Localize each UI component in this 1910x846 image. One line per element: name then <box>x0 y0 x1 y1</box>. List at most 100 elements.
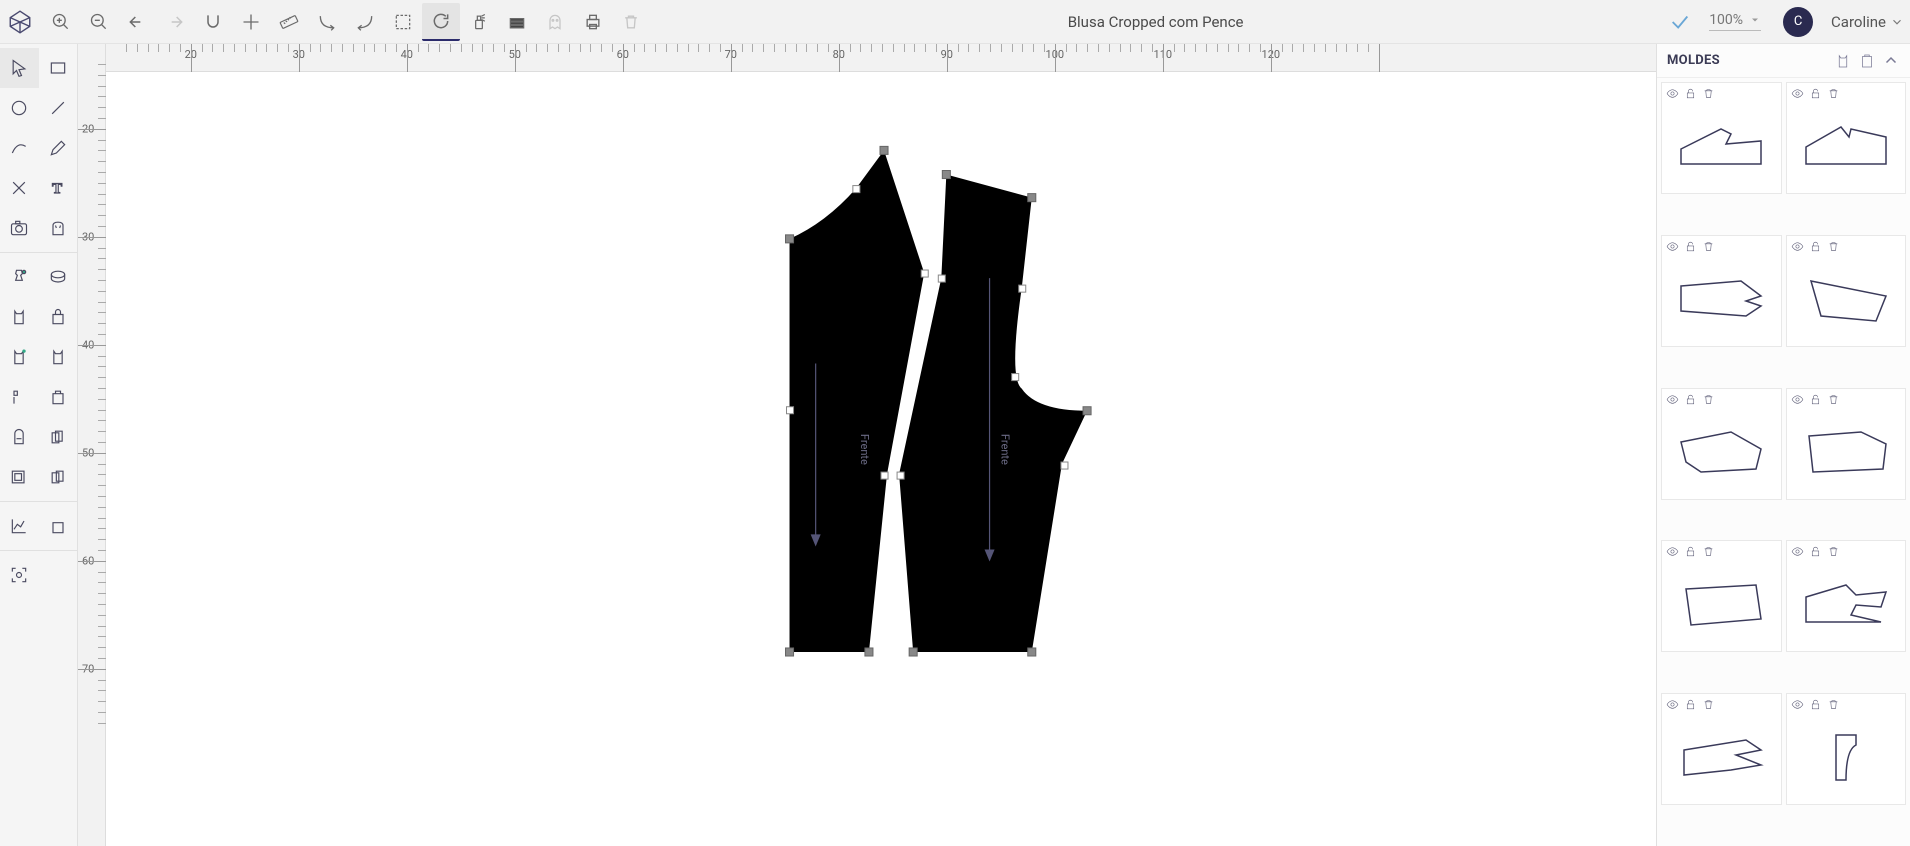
lock-icon[interactable] <box>1809 698 1822 711</box>
panel-icon-b[interactable] <box>1858 52 1876 70</box>
zoom-out-button[interactable] <box>80 3 118 41</box>
user-menu[interactable]: Caroline <box>1831 13 1904 31</box>
trash-icon[interactable] <box>1702 240 1715 253</box>
circle-tool[interactable] <box>0 88 39 128</box>
vertical-ruler: 203040506070 <box>78 44 106 846</box>
molde-thumb-3[interactable] <box>1661 235 1782 347</box>
crosshair-button[interactable] <box>232 3 270 41</box>
tank-tool[interactable] <box>0 297 39 337</box>
mannequin-tool[interactable] <box>0 257 39 297</box>
ruler-button[interactable] <box>270 3 308 41</box>
multi-piece-tool[interactable] <box>39 417 78 457</box>
left-toolbox: T <box>0 44 78 846</box>
text-tool[interactable]: T <box>39 168 78 208</box>
user-avatar[interactable]: C <box>1783 7 1813 37</box>
trash-icon[interactable] <box>1702 87 1715 100</box>
lock-icon[interactable] <box>1684 393 1697 406</box>
molde-thumb-6[interactable] <box>1786 388 1907 500</box>
piece-right-label: Frente <box>999 434 1012 465</box>
eye-icon[interactable] <box>1666 87 1679 100</box>
tape-tool[interactable] <box>39 257 78 297</box>
selection-box-button[interactable] <box>384 3 422 41</box>
trash-icon[interactable] <box>1827 545 1840 558</box>
lock-icon[interactable] <box>1684 240 1697 253</box>
piece-left[interactable]: Frente <box>786 146 929 656</box>
graph-tool[interactable] <box>0 506 39 546</box>
print-button[interactable] <box>574 3 612 41</box>
trash-icon[interactable] <box>1827 393 1840 406</box>
trash-icon[interactable] <box>1827 698 1840 711</box>
panel-icon-a[interactable] <box>1834 52 1852 70</box>
ghost-button[interactable] <box>536 3 574 41</box>
shape-a-tool[interactable] <box>39 208 78 248</box>
redo-button[interactable] <box>156 3 194 41</box>
molde-thumb-1[interactable] <box>1661 82 1782 194</box>
spray-button[interactable] <box>460 3 498 41</box>
molde-thumb-10[interactable] <box>1786 693 1907 805</box>
validate-button[interactable] <box>1661 3 1699 41</box>
lock-icon[interactable] <box>1809 87 1822 100</box>
molde-thumb-4[interactable] <box>1786 235 1907 347</box>
zoom-dropdown[interactable]: 100% <box>1709 12 1761 31</box>
moldes-grid <box>1657 78 1910 846</box>
zoom-in-button[interactable] <box>42 3 80 41</box>
trash-icon[interactable] <box>1827 87 1840 100</box>
rectangle-tool[interactable] <box>39 48 78 88</box>
app-logo[interactable] <box>4 6 36 38</box>
curve-right-button[interactable] <box>308 3 346 41</box>
molde-thumb-7[interactable] <box>1661 540 1782 652</box>
cut-tool[interactable] <box>0 168 39 208</box>
trash-icon[interactable] <box>1702 698 1715 711</box>
curve-left-button[interactable] <box>346 3 384 41</box>
eye-icon[interactable] <box>1666 698 1679 711</box>
camera-tool[interactable] <box>0 208 39 248</box>
pattern-b-tool[interactable] <box>39 377 78 417</box>
bodice-b-tool[interactable] <box>39 337 78 377</box>
eye-icon[interactable] <box>1666 393 1679 406</box>
lock-icon[interactable] <box>1809 545 1822 558</box>
top-toolbar: Blusa Cropped com Pence 100% C Caroline <box>0 0 1910 44</box>
molde-thumb-2[interactable] <box>1786 82 1907 194</box>
pattern-svg: Frente Frente <box>106 72 1656 846</box>
focus-tool[interactable] <box>0 555 39 595</box>
lock-icon[interactable] <box>1809 240 1822 253</box>
molde-thumb-9[interactable] <box>1661 693 1782 805</box>
trash-icon[interactable] <box>1702 393 1715 406</box>
bodice-dot-tool[interactable] <box>0 337 39 377</box>
eye-icon[interactable] <box>1791 87 1804 100</box>
backpack-tool[interactable] <box>0 417 39 457</box>
pencil-tool[interactable] <box>39 128 78 168</box>
frame-tool[interactable] <box>0 457 39 497</box>
molde-thumb-8[interactable] <box>1786 540 1907 652</box>
trash-icon[interactable] <box>1827 240 1840 253</box>
pattern-a-tool[interactable] <box>0 377 39 417</box>
eye-icon[interactable] <box>1666 545 1679 558</box>
eye-icon[interactable] <box>1791 240 1804 253</box>
eye-icon[interactable] <box>1666 240 1679 253</box>
stack-tool[interactable] <box>39 457 78 497</box>
snap-button[interactable] <box>194 3 232 41</box>
lock-icon[interactable] <box>1684 545 1697 558</box>
panel-collapse-icon[interactable] <box>1882 52 1900 70</box>
molde-thumb-5[interactable] <box>1661 388 1782 500</box>
horizontal-ruler: 2030405060708090100110120 <box>106 44 1656 72</box>
svg-text:T: T <box>52 181 62 197</box>
eye-icon[interactable] <box>1791 393 1804 406</box>
canvas[interactable]: Frente Frente <box>106 72 1656 846</box>
piece-right[interactable]: Frente <box>897 171 1091 657</box>
trash-icon[interactable] <box>1702 545 1715 558</box>
bag-tool[interactable] <box>39 297 78 337</box>
eye-icon[interactable] <box>1791 698 1804 711</box>
lock-icon[interactable] <box>1684 698 1697 711</box>
layers-button[interactable] <box>498 3 536 41</box>
delete-button[interactable] <box>612 3 650 41</box>
curve-tool[interactable] <box>0 128 39 168</box>
lock-icon[interactable] <box>1809 393 1822 406</box>
document-title: Blusa Cropped com Pence <box>650 13 1661 31</box>
lock-icon[interactable] <box>1684 87 1697 100</box>
undo-button[interactable] <box>118 3 156 41</box>
line-tool[interactable] <box>39 88 78 128</box>
eye-icon[interactable] <box>1791 545 1804 558</box>
select-tool[interactable] <box>0 48 39 88</box>
refresh-button[interactable] <box>422 3 460 41</box>
